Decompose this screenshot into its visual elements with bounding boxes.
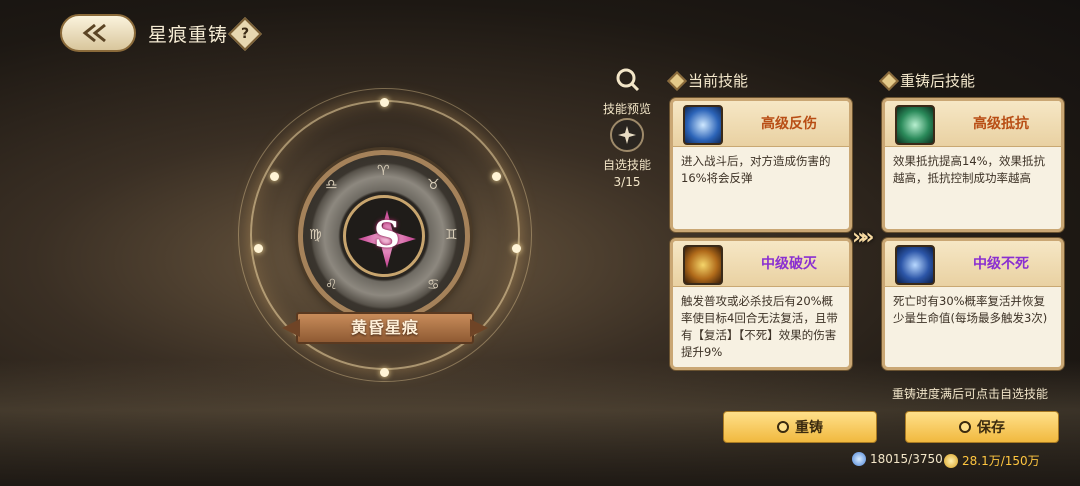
skill-description: 触发普攻或必杀技后有20%概率使目标4回合无法复活，且带有【复活】【不死】效果的…	[681, 294, 838, 359]
select-skill-button[interactable]: 自选技能 3/15	[598, 118, 656, 189]
recast-icon	[777, 421, 789, 433]
current-skills-heading-label: 当前技能	[688, 72, 749, 90]
select-skill-count: 3/15	[613, 175, 641, 189]
help-button[interactable]: ?	[228, 17, 262, 51]
emblem-name-banner: 黄昏星痕	[296, 312, 474, 344]
serpent-icon	[895, 105, 935, 145]
skill-description: 进入战斗后，对方造成伤害的16%将会反弹	[681, 154, 831, 185]
skill-name: 中级破灭	[761, 256, 817, 272]
select-skill-icon	[610, 118, 644, 152]
recast-button[interactable]: 重铸	[723, 411, 877, 443]
save-button-label: 保存	[977, 420, 1005, 436]
rune-glyph: ♌	[325, 277, 338, 293]
skill-description: 效果抵抗提高14%，效果抵抗越高，抵抗控制成功率越高	[893, 154, 1046, 185]
ring-dot	[380, 368, 389, 377]
diamond-icon	[667, 70, 687, 91]
skill-card[interactable]: 中级不死 死亡时有30%概率复活并恢复少量生命值(每场最多触发3次)	[882, 238, 1064, 370]
rune-glyph: ♉	[427, 177, 440, 193]
skull-fire-icon	[683, 245, 723, 285]
rune-glyph: ♎	[325, 177, 338, 193]
rune-glyph: ♋	[427, 277, 440, 293]
diamond-icon	[879, 70, 899, 91]
ring-dot	[512, 244, 521, 253]
skill-card[interactable]: 中级破灭 触发普攻或必杀技后有20%概率使目标4回合无法复活，且带有【复活】【不…	[670, 238, 852, 370]
ring-dot	[380, 98, 389, 107]
rune-glyph: ♈	[377, 163, 390, 179]
skill-preview-label: 技能预览	[602, 102, 651, 116]
back-button[interactable]	[60, 14, 136, 52]
recast-skills-heading-label: 重铸后技能	[900, 72, 976, 90]
chevron-right-icon: »»	[852, 225, 875, 250]
page-title: 星痕重铸	[148, 24, 229, 46]
emblem-symbol: S	[374, 214, 400, 256]
zodiac-disc: ♈ ♉ ♊ ♋ ♌ ♍ ♎ S	[298, 150, 470, 322]
rune-glyph: ♍	[309, 227, 322, 243]
rune-glyph: ♊	[445, 227, 458, 243]
save-icon	[959, 421, 971, 433]
shield-burst-icon	[683, 105, 723, 145]
skill-name: 高级反伤	[761, 116, 817, 132]
gold-coin-icon	[944, 453, 958, 468]
eye-wings-icon	[895, 245, 935, 285]
emblem-core: S	[343, 195, 425, 277]
skill-preview-button[interactable]: 技能预览	[598, 62, 656, 117]
ring-dot	[270, 172, 279, 181]
crystal-amount: 18015/3750	[870, 452, 943, 466]
skill-preview-icon	[610, 62, 644, 96]
ring-dot	[254, 244, 263, 253]
skill-card[interactable]: 高级抵抗 效果抵抗提高14%，效果抵抗越高，抵抗控制成功率越高	[882, 98, 1064, 232]
skill-card[interactable]: 高级反伤 进入战斗后，对方造成伤害的16%将会反弹	[670, 98, 852, 232]
gold-amount: 28.1万/150万	[962, 454, 1040, 468]
crystal-icon	[852, 452, 866, 466]
help-icon: ?	[240, 26, 250, 42]
current-skills-heading: 当前技能	[667, 70, 749, 91]
recast-skills-heading: 重铸后技能	[879, 70, 976, 91]
recast-hint: 重铸进度满后可点击自选技能	[892, 387, 1049, 401]
select-skill-label: 自选技能	[602, 158, 651, 172]
skill-description: 死亡时有30%概率复活并恢复少量生命值(每场最多触发3次)	[893, 294, 1048, 325]
recast-button-label: 重铸	[795, 420, 823, 436]
back-arrow-icon	[82, 23, 106, 43]
skill-name: 中级不死	[973, 256, 1029, 272]
ring-dot	[492, 172, 501, 181]
skill-name: 高级抵抗	[973, 116, 1029, 132]
save-button[interactable]: 保存	[905, 411, 1059, 443]
crystal-resource: 18015/3750	[852, 452, 943, 466]
star-mark-emblem: ♈ ♉ ♊ ♋ ♌ ♍ ♎ S 黄昏星痕	[230, 80, 540, 390]
gold-resource: 28.1万/150万	[944, 452, 1040, 469]
